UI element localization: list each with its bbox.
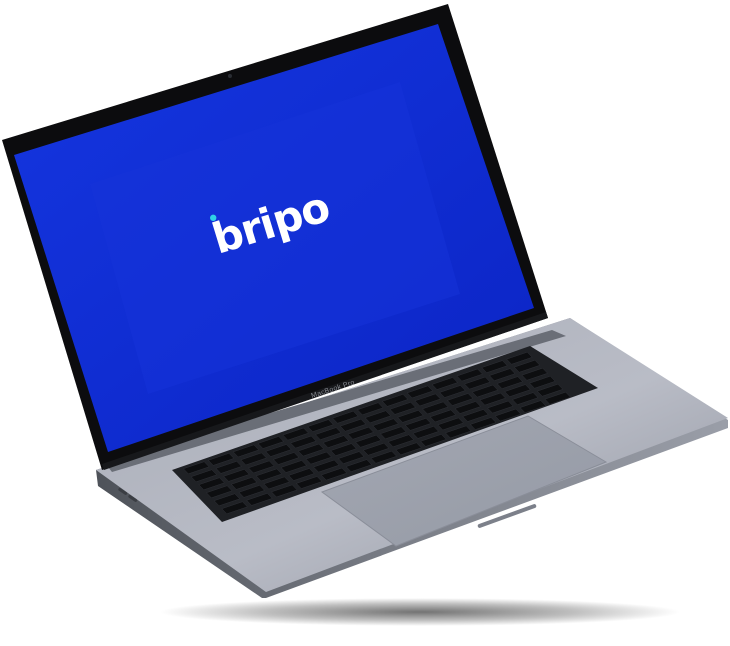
floor-shadow	[160, 598, 680, 626]
laptop-scene: MacBook Pro bripo	[2, 4, 728, 626]
camera-icon	[228, 74, 232, 78]
